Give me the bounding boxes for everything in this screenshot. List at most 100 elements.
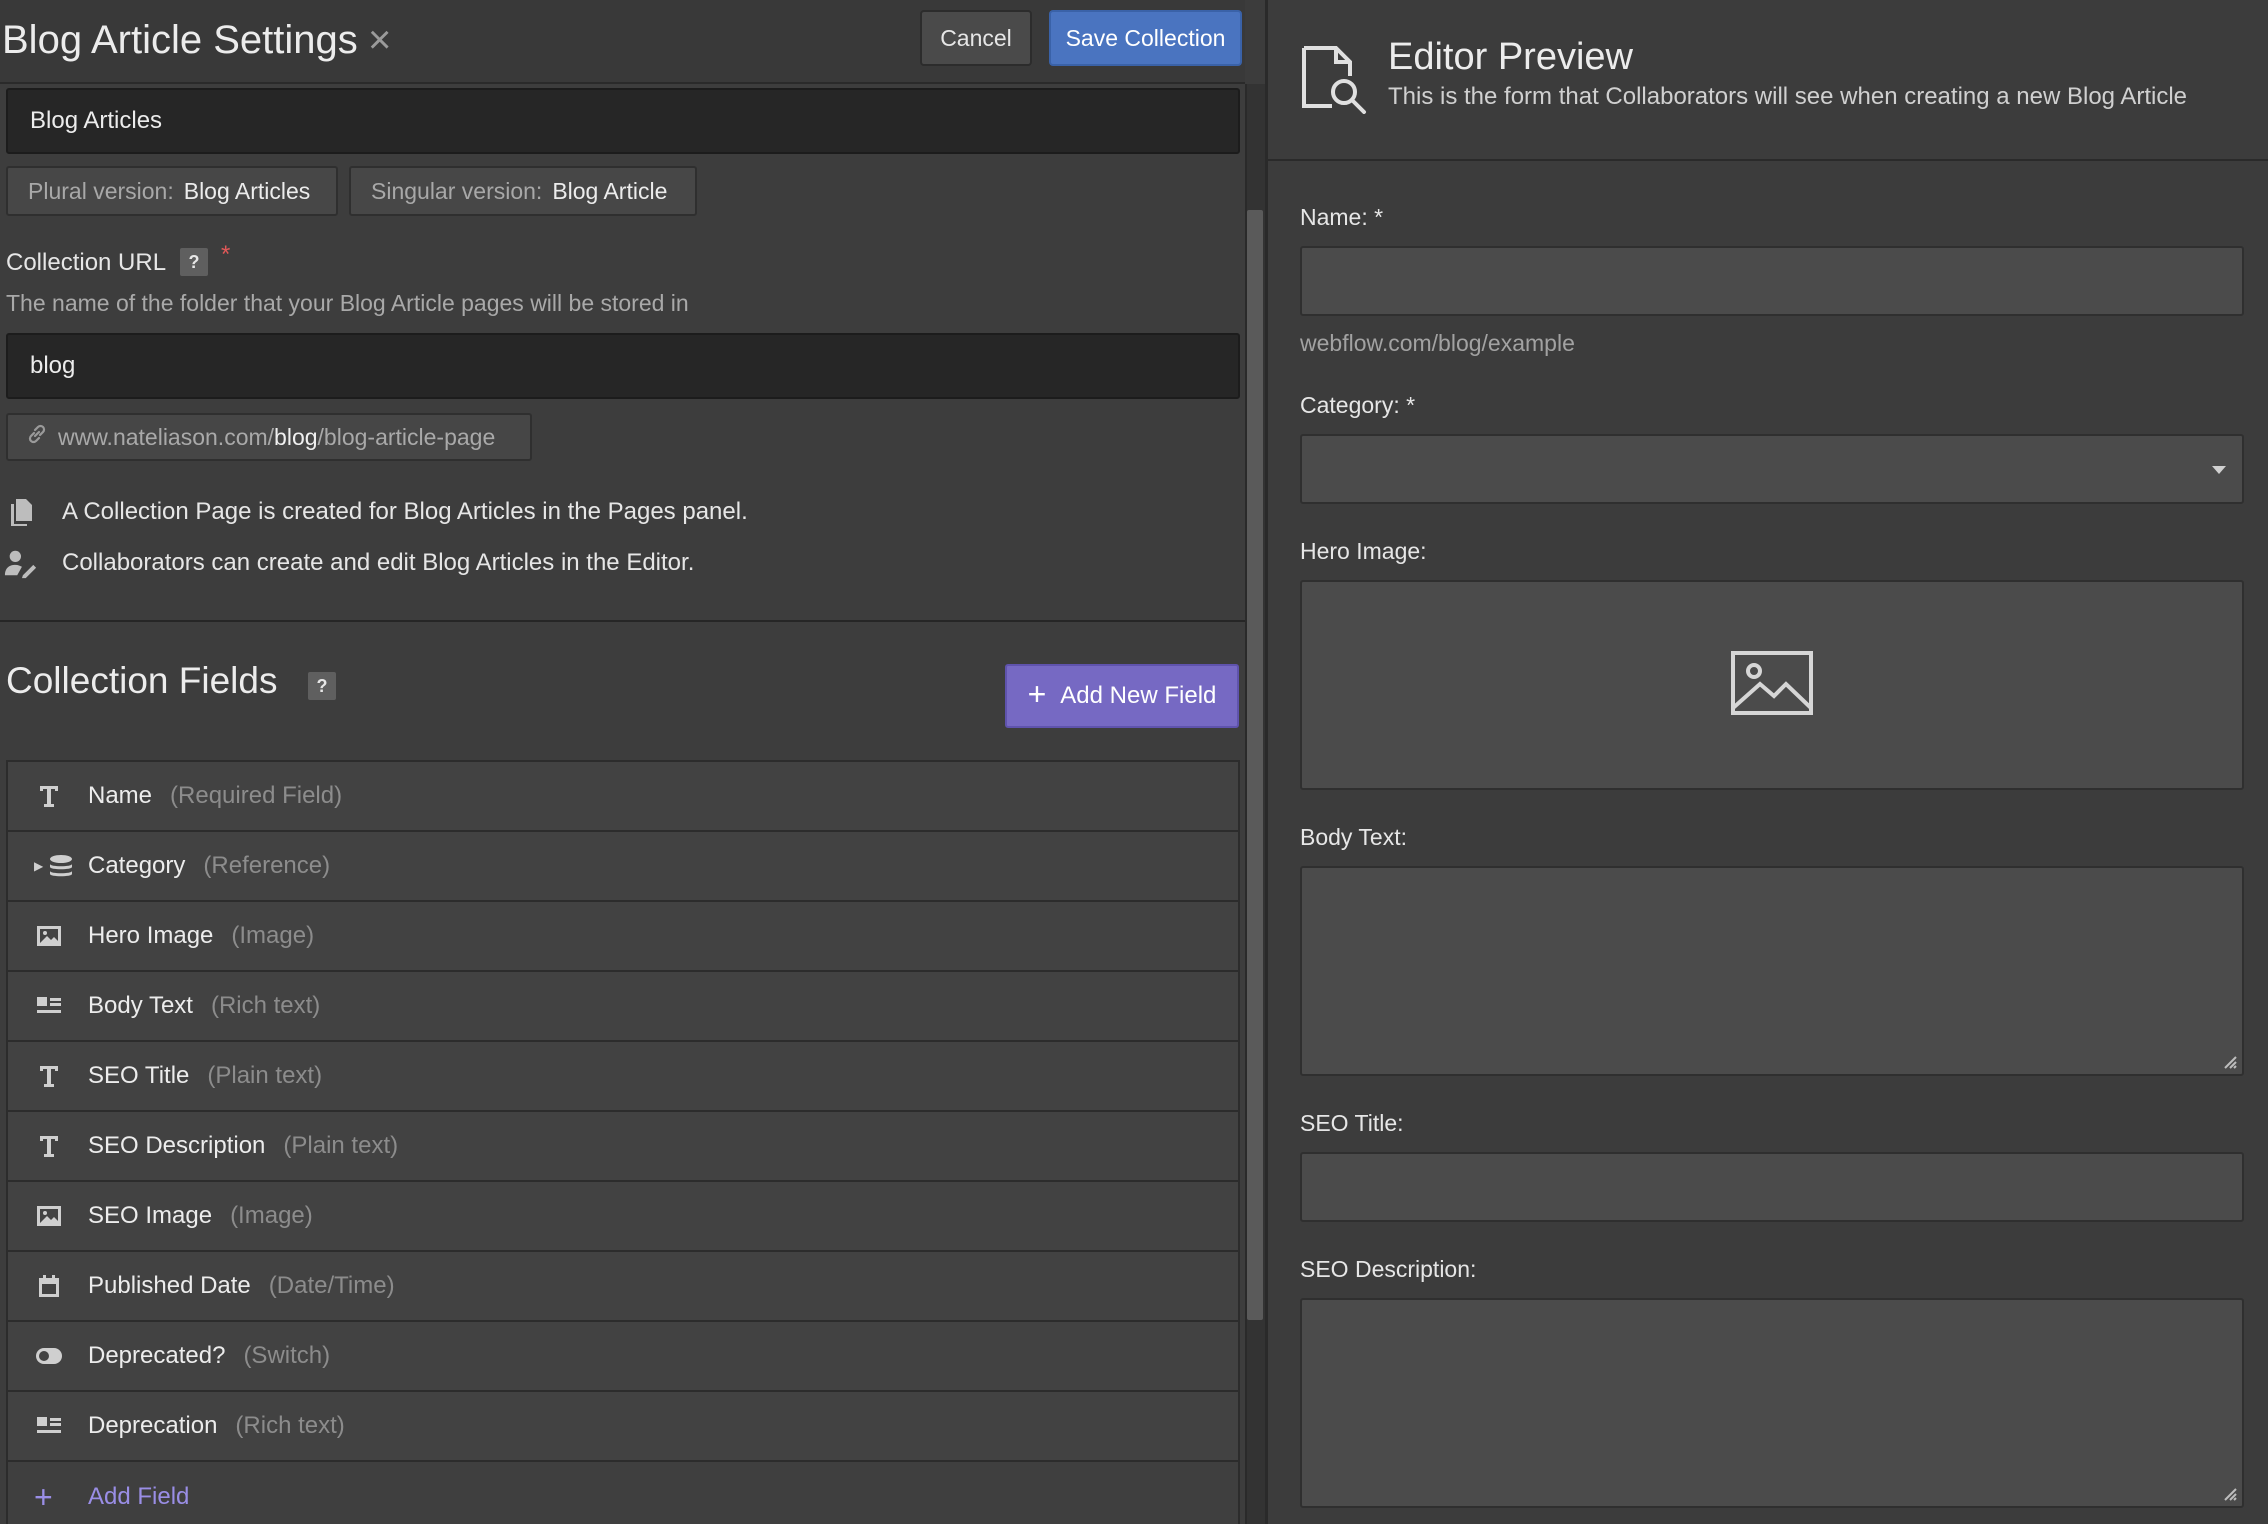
user-edit-icon [4,546,38,580]
resize-handle-icon[interactable] [2222,1486,2238,1502]
section-divider [0,620,1245,622]
preview-category-select[interactable] [1300,434,2244,504]
field-type: (Date/Time) [268,1272,395,1299]
url-preview-prefix: www.nateliason.com/ [58,423,275,450]
reference-icon [46,851,76,881]
preview-category-label: Category: * [1300,392,1416,418]
save-collection-button[interactable]: Save Collection [1049,10,1242,66]
collection-url-description: The name of the folder that your Blog Ar… [6,290,689,316]
preview-hero-image-label: Hero Image: [1300,538,1427,564]
editor-preview-header: Editor Preview This is the form that Col… [1268,0,2268,161]
field-row-seo-title[interactable]: SEO Title (Plain text) [8,1042,1238,1112]
field-row-deprecation[interactable]: Deprecation (Rich text) [8,1392,1238,1462]
preview-url-hint: webflow.com/blog/example [1300,330,1575,356]
field-type: (Image) [230,1202,313,1229]
preview-body-text-label: Body Text: [1300,824,1407,850]
info-editor-text: Collaborators can create and edit Blog A… [62,549,695,576]
page-title: Blog Article Settings [2,18,358,62]
close-icon[interactable]: × [368,18,391,63]
add-new-field-button[interactable]: + Add New Field [1005,664,1239,728]
settings-header: Blog Article Settings × Cancel Save Coll… [0,0,1245,84]
plus-icon: + [1027,675,1047,712]
calendar-icon [34,1271,64,1301]
url-preview-suffix: /blog-article-page [317,423,496,450]
image-placeholder-icon [1730,650,1814,721]
add-field-button[interactable]: + Add Field [8,1462,1238,1524]
required-marker: * [221,241,231,268]
field-type: (Plain text) [283,1132,399,1159]
plural-version-value: Blog Articles [183,177,311,204]
field-row-category[interactable]: ▶ Category (Reference) [8,832,1238,902]
plus-icon: + [34,1478,53,1515]
plural-version-label: Plural version: [28,177,174,204]
field-row-hero-image[interactable]: Hero Image (Image) [8,902,1238,972]
field-name: Deprecation [88,1412,218,1439]
cancel-button[interactable]: Cancel [920,10,1032,66]
add-new-field-label: Add New Field [1060,682,1217,709]
url-preview-slug: blog [274,423,318,450]
collection-field-list: Name (Required Field) ▶ Category (Referenc… [6,760,1240,1524]
editor-preview-panel: Editor Preview This is the form that Col… [1268,0,2268,1524]
field-name: Name [88,782,153,809]
collection-settings-panel: Blog Article Settings × Cancel Save Coll… [0,0,1245,1524]
resize-handle-icon[interactable] [2222,1054,2238,1070]
preview-seo-description-label: SEO Description: [1300,1256,1477,1282]
image-icon [34,921,64,951]
expand-caret-icon[interactable]: ▶ [34,859,43,873]
preview-body-text-input[interactable] [1300,866,2244,1076]
text-icon [34,1131,64,1161]
field-row-published-date[interactable]: Published Date (Date/Time) [8,1252,1238,1322]
preview-document-icon [1300,44,1368,119]
url-preview-link[interactable]: www.nateliason.com/blog/blog-article-pag… [6,413,532,461]
field-row-seo-image[interactable]: SEO Image (Image) [8,1182,1238,1252]
switch-icon [34,1341,64,1371]
collection-url-input[interactable]: blog [6,333,1240,399]
rich-text-icon [34,991,64,1021]
field-type: (Rich text) [235,1412,345,1439]
editor-preview-subtitle: This is the form that Collaborators will… [1388,83,2188,110]
preview-seo-description-input[interactable] [1300,1298,2244,1508]
singular-version-label: Singular version: [371,177,543,204]
collection-fields-help-icon[interactable]: ? [308,672,336,700]
info-editor: Collaborators can create and edit Blog A… [4,546,694,580]
preview-seo-title-label: SEO Title: [1300,1110,1404,1136]
link-icon [26,423,48,451]
preview-hero-image-dropzone[interactable] [1300,580,2244,790]
field-name: SEO Description [88,1132,266,1159]
field-row-body-text[interactable]: Body Text (Rich text) [8,972,1238,1042]
field-type: (Plain text) [207,1062,323,1089]
field-name: Hero Image [88,922,214,949]
field-type: (Image) [231,922,315,949]
field-row-name[interactable]: Name (Required Field) [8,762,1238,832]
image-icon [34,1201,64,1231]
add-field-label: Add Field [88,1483,190,1510]
collection-name-input[interactable]: Blog Articles [6,88,1240,154]
field-type: (Reference) [203,852,331,879]
field-name: SEO Image [88,1202,213,1229]
preview-name-input[interactable] [1300,246,2244,316]
collection-fields-title: Collection Fields [6,660,278,701]
collection-url-label: Collection URL [6,249,167,276]
info-collection-page: A Collection Page is created for Blog Ar… [4,495,748,529]
field-type: (Switch) [243,1342,331,1369]
plural-version-field[interactable]: Plural version: Blog Articles [6,166,338,216]
collection-url-help-icon[interactable]: ? [180,248,208,276]
field-type: (Required Field) [170,782,343,809]
chevron-down-icon [2212,466,2226,474]
singular-version-value: Blog Article [552,177,668,204]
field-name: SEO Title [88,1062,190,1089]
settings-scroll-thumb[interactable] [1247,210,1263,1320]
text-icon [34,781,64,811]
field-row-deprecated[interactable]: Deprecated? (Switch) [8,1322,1238,1392]
field-type: (Rich text) [210,992,321,1019]
info-collection-page-text: A Collection Page is created for Blog Ar… [62,498,748,525]
field-name: Deprecated? [88,1342,226,1369]
text-icon [34,1061,64,1091]
field-name: Category [88,852,186,879]
rich-text-icon [34,1411,64,1441]
preview-seo-title-input[interactable] [1300,1152,2244,1222]
singular-version-field[interactable]: Singular version: Blog Article [349,166,697,216]
field-row-seo-description[interactable]: SEO Description (Plain text) [8,1112,1238,1182]
field-name: Published Date [88,1272,251,1299]
pages-icon [4,495,38,529]
